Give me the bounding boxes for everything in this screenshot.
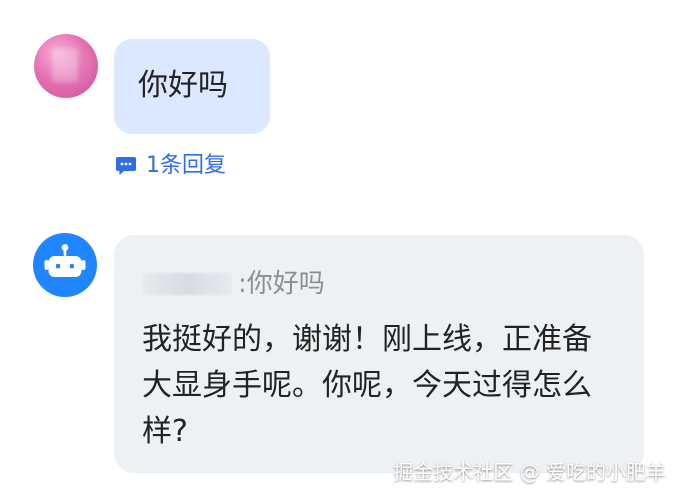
robot-icon: [44, 244, 86, 277]
quoted-message: : 你好吗: [142, 269, 616, 299]
user-message-text: 你好吗: [138, 68, 228, 103]
user-avatar[interactable]: [34, 34, 98, 98]
reply-count-link[interactable]: 1条回复: [114, 152, 226, 180]
quoted-username-placeholder: [142, 273, 232, 295]
quoted-prefix: :: [238, 269, 247, 299]
bot-message-text: 我挺好的，谢谢！刚上线，正准备大显身手呢。你呢，今天过得怎么样?: [142, 322, 592, 449]
source-watermark: 掘金技术社区 @ 爱吃的小肥羊: [393, 460, 666, 484]
quoted-text: 你好吗: [246, 269, 325, 299]
user-message-bubble[interactable]: 你好吗: [114, 39, 270, 134]
avatar-glow: [38, 38, 94, 94]
chat-bubble-icon: [114, 154, 138, 178]
bot-message-bubble[interactable]: : 你好吗 我挺好的，谢谢！刚上线，正准备大显身手呢。你呢，今天过得怎么样?: [114, 235, 644, 473]
bot-avatar[interactable]: [33, 233, 97, 297]
reply-count-label: 1条回复: [146, 153, 226, 178]
